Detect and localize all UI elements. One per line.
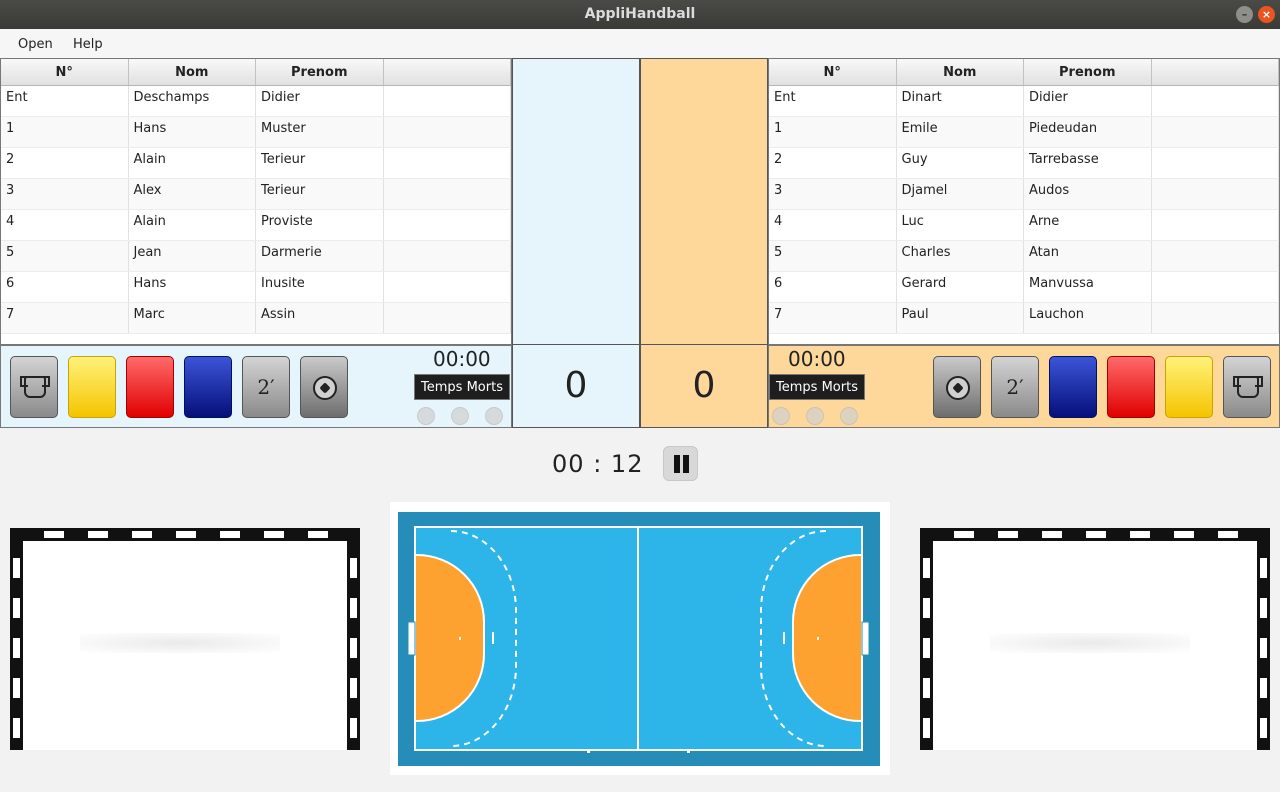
left-table-body: Ent Deschamps Didier 1 Hans Muster 2 Alain Ter…: [1, 86, 511, 334]
table-row[interactable]: 5 Jean Darmerie: [1, 241, 511, 272]
left-two-minute-button[interactable]: 2′: [242, 356, 290, 418]
window-title: AppliHandball: [584, 6, 696, 22]
column-header-empty[interactable]: [384, 59, 511, 85]
left-team-score: 0: [564, 365, 588, 406]
right-goal-button[interactable]: [933, 356, 981, 418]
left-timeout-indicator: [485, 407, 503, 425]
window-titlebar: AppliHandball – ×: [0, 0, 1280, 29]
left-team-table: N° Nom Prenom Ent Deschamps Didier 1 Hans Mu…: [0, 58, 512, 345]
right-team-score: 0: [692, 365, 716, 406]
match-clock: 00 : 12: [552, 450, 643, 478]
left-red-card-button[interactable]: [126, 356, 174, 418]
handball-icon: [313, 376, 337, 400]
left-yellow-card-button[interactable]: [68, 356, 116, 418]
shirt-swap-icon: [1233, 376, 1263, 398]
table-row[interactable]: 1 Emile Piedeudan: [769, 117, 1279, 148]
right-team-table: N° Nom Prenom Ent Dinart Didier 1 Emile Pied…: [768, 58, 1280, 345]
menu-bar: Open Help: [0, 29, 1280, 58]
left-blue-card-button[interactable]: [184, 356, 232, 418]
column-header-prenom[interactable]: Prenom: [1024, 59, 1152, 85]
clock-minutes: 00: [552, 450, 585, 478]
table-row[interactable]: Ent Dinart Didier: [769, 86, 1279, 117]
right-yellow-card-button[interactable]: [1165, 356, 1213, 418]
table-row[interactable]: 4 Luc Arne: [769, 210, 1279, 241]
table-row[interactable]: 2 Guy Tarrebasse: [769, 148, 1279, 179]
table-row[interactable]: 3 Alex Terieur: [1, 179, 511, 210]
right-two-minute-button[interactable]: 2′: [991, 356, 1039, 418]
left-goal-button[interactable]: [300, 356, 348, 418]
column-header-nom[interactable]: Nom: [129, 59, 256, 85]
left-timeout-button[interactable]: Temps Morts: [414, 374, 510, 400]
minimize-button[interactable]: –: [1236, 6, 1253, 23]
table-row[interactable]: 2 Alain Terieur: [1, 148, 511, 179]
column-header-prenom[interactable]: Prenom: [256, 59, 384, 85]
left-table-header: N° Nom Prenom: [1, 59, 511, 86]
right-timeout-indicator: [772, 407, 790, 425]
column-header-nom[interactable]: Nom: [897, 59, 1024, 85]
column-header-number[interactable]: N°: [769, 59, 897, 85]
court-diagram: [398, 512, 880, 766]
right-blue-card-button[interactable]: [1049, 356, 1097, 418]
menu-help[interactable]: Help: [73, 37, 103, 52]
right-substitution-button[interactable]: [1223, 356, 1271, 418]
right-table-body: Ent Dinart Didier 1 Emile Piedeudan 2 Guy Tarr…: [769, 86, 1279, 334]
left-substitution-button[interactable]: [10, 356, 58, 418]
left-timeout-indicator: [417, 407, 435, 425]
table-row[interactable]: 5 Charles Atan: [769, 241, 1279, 272]
column-header-number[interactable]: N°: [1, 59, 129, 85]
right-timeout-button[interactable]: Temps Morts: [769, 374, 865, 400]
left-timeout-time: 00:00: [433, 347, 491, 371]
handball-court[interactable]: [390, 502, 890, 775]
right-timeout-indicator: [840, 407, 858, 425]
table-row[interactable]: Ent Deschamps Didier: [1, 86, 511, 117]
two-minute-label: 2′: [257, 375, 275, 399]
handball-icon: [946, 376, 970, 400]
clock-seconds: 12: [610, 450, 644, 478]
two-minute-label: 2′: [1006, 375, 1024, 399]
clock-separator: :: [593, 450, 603, 478]
left-timeout-indicator: [451, 407, 469, 425]
shirt-swap-icon: [20, 376, 50, 398]
column-header-empty[interactable]: [1152, 59, 1279, 85]
right-table-header: N° Nom Prenom: [769, 59, 1279, 86]
right-goal[interactable]: [920, 528, 1270, 750]
right-timeout-indicator: [806, 407, 824, 425]
right-timeout-time: 00:00: [788, 347, 846, 371]
table-row[interactable]: 1 Hans Muster: [1, 117, 511, 148]
table-row[interactable]: 4 Alain Proviste: [1, 210, 511, 241]
right-red-card-button[interactable]: [1107, 356, 1155, 418]
table-row[interactable]: 3 Djamel Audos: [769, 179, 1279, 210]
pause-button[interactable]: [663, 446, 698, 481]
score-divider: [512, 344, 768, 345]
table-row[interactable]: 6 Gerard Manvussa: [769, 272, 1279, 303]
table-row[interactable]: 6 Hans Inusite: [1, 272, 511, 303]
table-row[interactable]: 7 Paul Lauchon: [769, 303, 1279, 334]
table-row[interactable]: 7 Marc Assin: [1, 303, 511, 334]
menu-open[interactable]: Open: [18, 37, 53, 52]
close-button[interactable]: ×: [1258, 6, 1275, 23]
left-goal[interactable]: [10, 528, 360, 750]
